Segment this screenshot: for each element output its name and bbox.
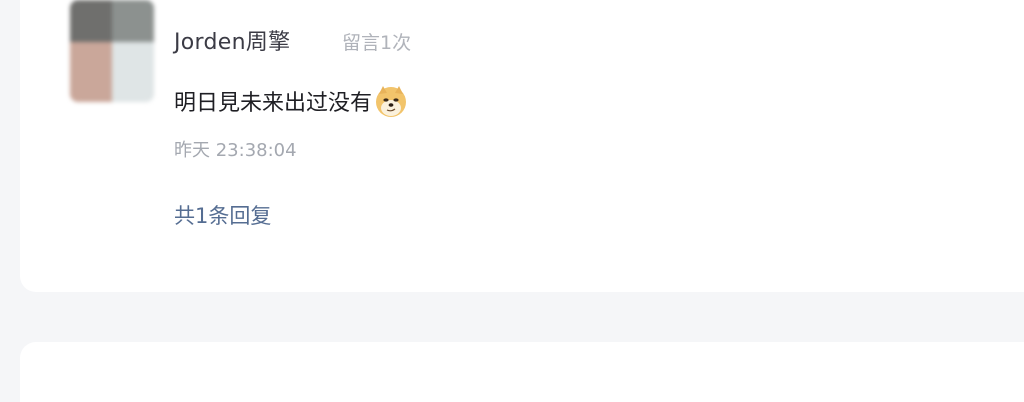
username[interactable]: Jorden周擎 (174, 24, 290, 56)
comment-timestamp: 昨天 23:38:04 (174, 140, 297, 161)
comment-count-badge: 留言1次 (342, 32, 412, 54)
next-comment-card (20, 342, 1024, 402)
comment-text: 明日見未来出过没有 (174, 91, 373, 116)
view-replies-link[interactable]: 共1条回复 (174, 200, 271, 230)
comment-text-row: 明日見未来出过没有 (174, 84, 408, 118)
doge-icon (374, 84, 408, 118)
avatar[interactable] (70, 0, 154, 102)
comment-card (20, 0, 1024, 292)
